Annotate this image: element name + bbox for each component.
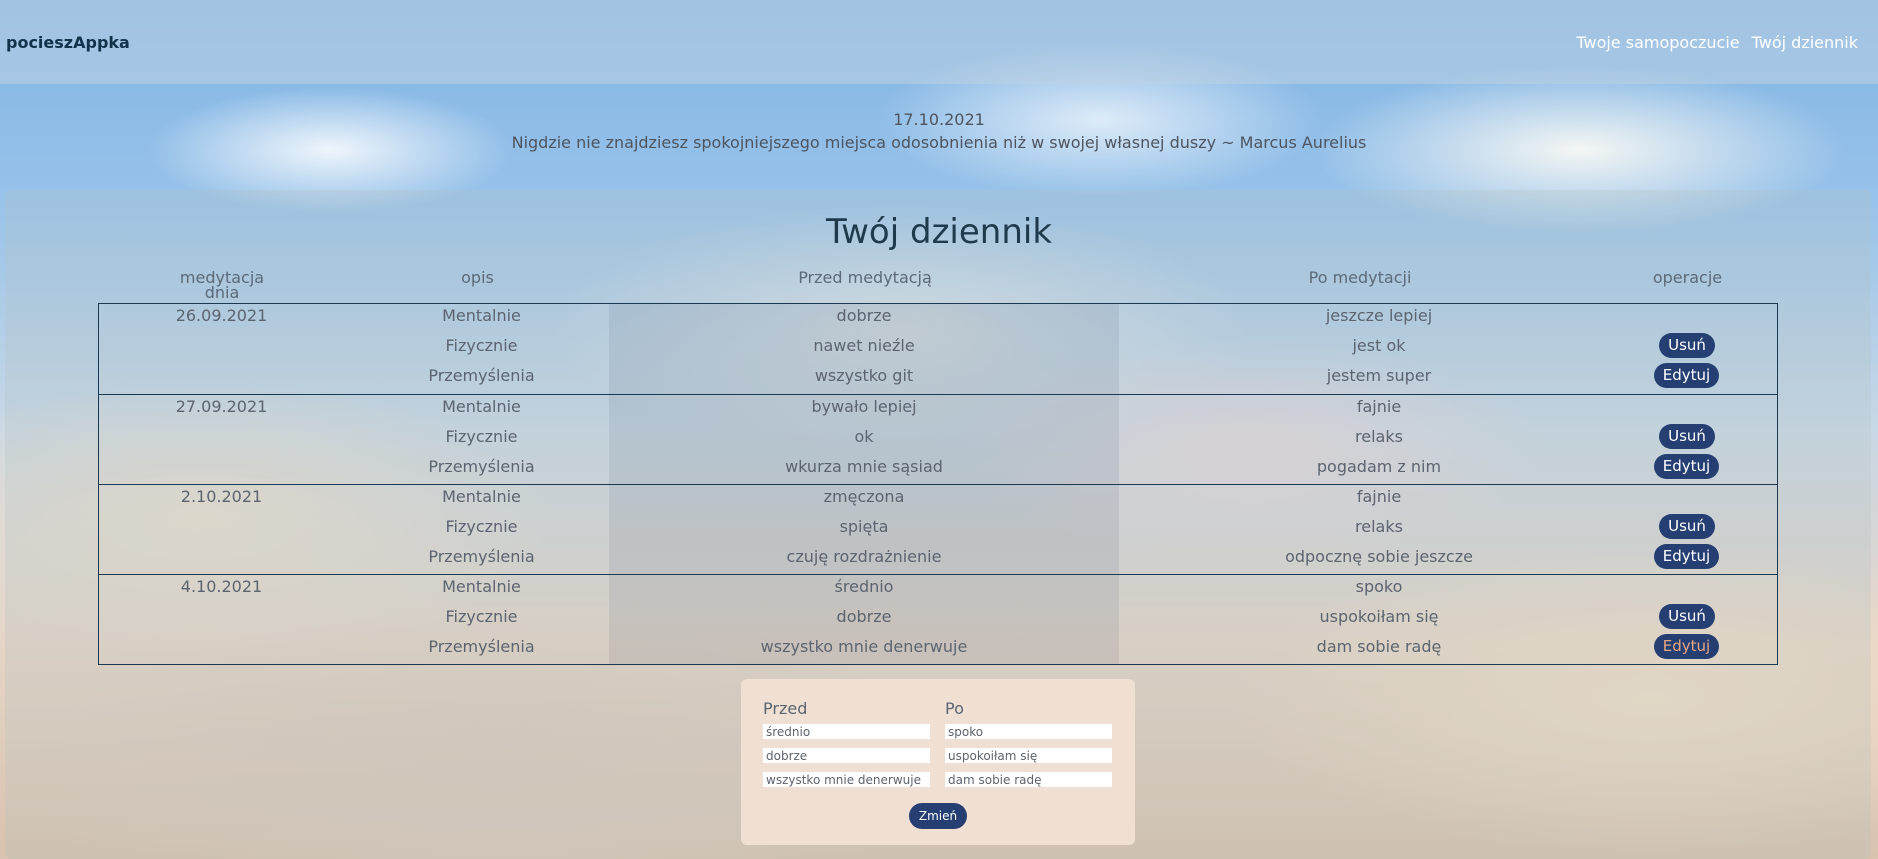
entry-before: czuję rozdrażnienie xyxy=(786,547,942,566)
entry-before: bywało lepiej xyxy=(811,397,917,416)
diary-table: 26.09.2021 Mentalnie dobrze jeszcze lepiej F… xyxy=(98,303,1778,665)
entry-before: zmęczona xyxy=(823,487,905,506)
entry-before: wszystko mnie denerwuje xyxy=(760,637,968,656)
edit-before-label: Przed xyxy=(763,699,808,718)
edit-before-thoughts-input[interactable] xyxy=(763,772,930,787)
edit-after-thoughts-input[interactable] xyxy=(945,772,1112,787)
entry-before: dobrze xyxy=(836,306,892,325)
col-header-before: Przed medytacją xyxy=(798,268,932,287)
entry-before: średnio xyxy=(834,577,894,596)
daily-quote: 17.10.2021 Nigdzie nie znajdziesz spokoj… xyxy=(0,108,1878,154)
edit-button[interactable]: Edytuj xyxy=(1654,634,1719,659)
col-header-desc: opis xyxy=(461,268,494,287)
col-header-ops: operacje xyxy=(1652,268,1723,287)
entry-after: dam sobie radę xyxy=(1316,637,1442,656)
entry-before: spięta xyxy=(839,517,889,536)
entry-desc: Fizycznie xyxy=(445,427,518,446)
diary-entry: 27.09.2021 Mentalnie bywało lepiej fajnie Fi… xyxy=(99,394,1777,484)
entry-after: odpocznę sobie jeszcze xyxy=(1285,547,1473,566)
delete-button[interactable]: Usuń xyxy=(1659,604,1715,629)
entry-before: dobrze xyxy=(836,607,892,626)
entry-desc: Przemyślenia xyxy=(428,547,535,566)
quote-date: 17.10.2021 xyxy=(893,110,985,129)
entry-before: ok xyxy=(854,427,874,446)
edit-after-mental-input[interactable] xyxy=(945,724,1112,739)
entry-after: jest ok xyxy=(1352,336,1406,355)
entry-desc: Przemyślenia xyxy=(428,637,535,656)
entry-date: 26.09.2021 xyxy=(175,306,268,325)
diary-entry: 2.10.2021 Mentalnie zmęczona fajnie Fizyczni… xyxy=(99,484,1777,574)
entry-before: nawet nieźle xyxy=(813,336,915,355)
entry-desc: Przemyślenia xyxy=(428,457,535,476)
delete-button[interactable]: Usuń xyxy=(1659,514,1715,539)
entry-desc: Przemyślenia xyxy=(428,366,535,385)
edit-button[interactable]: Edytuj xyxy=(1654,363,1719,388)
diary-entry: 4.10.2021 Mentalnie średnio spoko Fizycznie d… xyxy=(99,574,1777,664)
entry-desc: Mentalnie xyxy=(442,577,521,596)
top-navbar: pocieszAppka Twoje samopoczucie Twój dzi… xyxy=(0,0,1878,84)
entry-before: wszystko git xyxy=(814,366,914,385)
entry-after: pogadam z nim xyxy=(1316,457,1442,476)
edit-after-physical-input[interactable] xyxy=(945,748,1112,763)
nav-link-samopoczucie[interactable]: Twoje samopoczucie xyxy=(1576,33,1739,52)
brand-logo[interactable]: pocieszAppka xyxy=(6,33,130,52)
edit-before-mental-input[interactable] xyxy=(763,724,930,739)
entry-date: 27.09.2021 xyxy=(175,397,268,416)
entry-after: jestem super xyxy=(1326,366,1432,385)
edit-after-label: Po xyxy=(945,699,964,718)
entry-after: fajnie xyxy=(1356,487,1402,506)
entry-desc: Mentalnie xyxy=(442,487,521,506)
entry-desc: Fizycznie xyxy=(445,336,518,355)
entry-before: wkurza mnie sąsiad xyxy=(785,457,943,476)
entry-desc: Mentalnie xyxy=(442,397,521,416)
entry-desc: Fizycznie xyxy=(445,517,518,536)
entry-desc: Fizycznie xyxy=(445,607,518,626)
entry-after: relaks xyxy=(1355,517,1403,536)
col-header-after: Po medytacji xyxy=(1308,268,1412,287)
edit-button[interactable]: Edytuj xyxy=(1654,454,1719,479)
diary-entry: 26.09.2021 Mentalnie dobrze jeszcze lepiej F… xyxy=(99,304,1777,394)
entry-desc: Mentalnie xyxy=(442,306,521,325)
nav-link-dziennik[interactable]: Twój dziennik xyxy=(1752,33,1858,52)
delete-button[interactable]: Usuń xyxy=(1659,424,1715,449)
entry-date: 4.10.2021 xyxy=(180,577,263,596)
entry-after: jeszcze lepiej xyxy=(1325,306,1433,325)
diary-title: Twój dziennik xyxy=(825,212,1053,252)
edit-button[interactable]: Edytuj xyxy=(1654,544,1719,569)
quote-text: Nigdzie nie znajdziesz spokojniejszego m… xyxy=(511,133,1367,152)
entry-after: spoko xyxy=(1355,577,1403,596)
entry-date: 2.10.2021 xyxy=(180,487,263,506)
col-header-date: medytacja dnia xyxy=(179,268,265,302)
entry-after: uspokoiłam się xyxy=(1319,607,1439,626)
edit-form: Przed Po Zmień xyxy=(741,679,1135,845)
entry-after: fajnie xyxy=(1356,397,1402,416)
change-button[interactable]: Zmień xyxy=(909,803,967,829)
delete-button[interactable]: Usuń xyxy=(1659,333,1715,358)
nav-links: Twoje samopoczucie Twój dziennik xyxy=(1576,33,1858,52)
entry-after: relaks xyxy=(1355,427,1403,446)
edit-before-physical-input[interactable] xyxy=(763,748,930,763)
table-header: medytacja dnia opis Przed medytacją Po m… xyxy=(0,270,1878,302)
